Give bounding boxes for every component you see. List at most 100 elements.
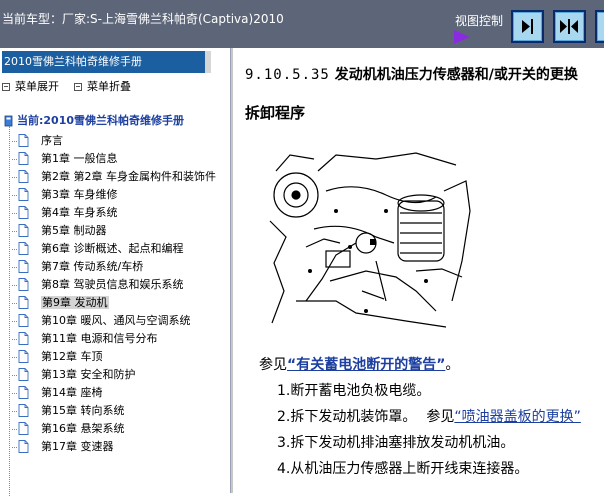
tree-branch-line bbox=[12, 339, 17, 340]
chapter-item[interactable]: 第14章 座椅 bbox=[12, 384, 228, 402]
tree-root-label: 当前:2010雪佛兰科帕奇维修手册 bbox=[17, 114, 185, 127]
chapter-label: 第2章 第2章 车身金属构件和装饰件 bbox=[41, 170, 216, 183]
page-icon bbox=[18, 314, 29, 327]
page-icon bbox=[18, 134, 29, 147]
chapter-label: 第10章 暖风、通风与空调系统 bbox=[41, 314, 191, 327]
page-icon bbox=[18, 206, 29, 219]
page-icon bbox=[18, 152, 29, 165]
chapter-label: 第6章 诊断概述、起点和编程 bbox=[41, 242, 184, 255]
chapter-item[interactable]: 第12章 车顶 bbox=[12, 348, 228, 366]
engine-diagram-image bbox=[266, 151, 472, 331]
page-icon bbox=[18, 278, 29, 291]
page-icon bbox=[18, 440, 29, 453]
chapter-item[interactable]: 第1章 一般信息 bbox=[12, 150, 228, 168]
chapter-item[interactable]: 第7章 传动系统/车桥 bbox=[12, 258, 228, 276]
step-2-ref-prefix: 参见 bbox=[426, 409, 455, 425]
chapter-label: 第13章 安全和防护 bbox=[41, 368, 136, 381]
warning-suffix: 。 bbox=[445, 357, 460, 373]
page-icon bbox=[18, 224, 29, 237]
chapter-item[interactable]: 第16章 悬架系统 bbox=[12, 420, 228, 438]
procedure-heading: 拆卸程序 bbox=[245, 104, 306, 122]
chapter-label: 第16章 悬架系统 bbox=[41, 422, 125, 435]
show-split-view-button[interactable] bbox=[553, 10, 586, 43]
tree-root-item[interactable]: 当前:2010雪佛兰科帕奇维修手册 bbox=[4, 112, 184, 128]
arrows-split-icon bbox=[560, 19, 578, 34]
page-icon bbox=[18, 170, 29, 183]
tree-branch-line bbox=[12, 429, 17, 430]
step-1: 1.断开蓄电池负极电缆。 bbox=[277, 383, 431, 399]
chapter-label: 第15章 转向系统 bbox=[41, 404, 125, 417]
tree-connector-line bbox=[9, 126, 10, 496]
tree-branch-line bbox=[12, 393, 17, 394]
chapter-item[interactable]: 第17章 变速器 bbox=[12, 438, 228, 456]
tree-branch-line bbox=[12, 177, 17, 178]
battery-warning-link[interactable]: “有关蓄电池断开的警告” bbox=[287, 357, 445, 373]
chapter-label: 第3章 车身维修 bbox=[41, 188, 118, 201]
collapse-menu-label: 菜单折叠 bbox=[87, 80, 131, 93]
expand-menu-button[interactable]: 菜单展开 bbox=[2, 78, 59, 94]
page-icon bbox=[18, 332, 29, 345]
tree-branch-line bbox=[12, 231, 17, 232]
chapter-label: 序言 bbox=[41, 134, 63, 147]
chapter-item[interactable]: 第10章 暖风、通风与空调系统 bbox=[12, 312, 228, 330]
page-icon bbox=[18, 260, 29, 273]
chapter-label: 第7章 传动系统/车桥 bbox=[41, 260, 144, 273]
page-icon bbox=[18, 188, 29, 201]
top-bar: 当前车型：厂家:S-上海雪佛兰科帕奇(Captiva)2010 视图控制 bbox=[0, 0, 604, 48]
collapse-menu-button[interactable]: 菜单折叠 bbox=[74, 78, 131, 94]
page-icon bbox=[18, 368, 29, 381]
injector-cover-link[interactable]: “喷油器盖板的更换” bbox=[454, 409, 581, 425]
page-icon bbox=[18, 242, 29, 255]
view-control-arrow-icon bbox=[454, 30, 470, 44]
chapter-item[interactable]: 第15章 转向系统 bbox=[12, 402, 228, 420]
chapter-label: 第11章 电源和信号分布 bbox=[41, 332, 158, 345]
tree-branch-line bbox=[12, 303, 17, 304]
chapter-label: 第12章 车顶 bbox=[41, 350, 103, 363]
tree-branch-line bbox=[12, 447, 17, 448]
chapter-label: 第14章 座椅 bbox=[41, 386, 103, 399]
tree-branch-line bbox=[12, 213, 17, 214]
show-content-only-button[interactable] bbox=[511, 10, 544, 43]
tree-branch-line bbox=[12, 159, 17, 160]
warning-prefix: 参见 bbox=[259, 357, 287, 373]
arrow-right-bar-icon bbox=[522, 19, 533, 34]
tree-branch-line bbox=[12, 375, 17, 376]
show-menu-only-button[interactable] bbox=[595, 10, 604, 43]
page-icon bbox=[18, 296, 29, 309]
page-icon bbox=[18, 386, 29, 399]
collapse-icon bbox=[74, 83, 82, 91]
chapter-item[interactable]: 第2章 第2章 车身金属构件和装饰件 bbox=[12, 168, 228, 186]
chapter-item[interactable]: 第8章 驾驶员信息和娱乐系统 bbox=[12, 276, 228, 294]
view-control-label: 视图控制 bbox=[455, 14, 504, 28]
tree-branch-line bbox=[12, 249, 17, 250]
section-title-text: 发动机机油压力传感器和/或开关的更换 bbox=[334, 67, 578, 83]
current-vehicle-label: 当前车型：厂家:S-上海雪佛兰科帕奇(Captiva)2010 bbox=[2, 12, 284, 26]
tree-branch-line bbox=[12, 195, 17, 196]
expand-icon bbox=[2, 83, 10, 91]
content-pane: 9.10.5.35 发动机机油压力传感器和/或开关的更换 拆卸程序 参见“有关蓄… bbox=[231, 48, 604, 493]
chapter-label: 第8章 驾驶员信息和娱乐系统 bbox=[41, 278, 184, 291]
battery-warning-reference: 参见“有关蓄电池断开的警告”。 bbox=[259, 354, 459, 374]
tree-branch-line bbox=[12, 357, 17, 358]
step-3: 3.拆下发动机排油塞排放发动机机油。 bbox=[277, 435, 515, 451]
step-2: 2.拆下发动机装饰罩。 参见“喷油器盖板的更换” bbox=[277, 406, 581, 426]
tree-branch-line bbox=[12, 285, 17, 286]
tree-branch-line bbox=[12, 141, 17, 142]
section-number: 9.10.5.35 bbox=[245, 67, 330, 83]
chapter-item[interactable]: 第4章 车身系统 bbox=[12, 204, 228, 222]
chapter-label: 第17章 变速器 bbox=[41, 440, 114, 453]
chapter-label: 第1章 一般信息 bbox=[41, 152, 118, 165]
chapter-item[interactable]: 第13章 安全和防护 bbox=[12, 366, 228, 384]
chapter-item[interactable]: 序言 bbox=[12, 132, 228, 150]
header-scrollbar[interactable] bbox=[205, 51, 211, 73]
chapter-item[interactable]: 第9章 发动机 bbox=[12, 294, 228, 312]
chapter-item[interactable]: 第11章 电源和信号分布 bbox=[12, 330, 228, 348]
manual-title-header: 2010雪佛兰科帕奇维修手册 bbox=[2, 51, 207, 73]
chapter-item[interactable]: 第3章 车身维修 bbox=[12, 186, 228, 204]
chapter-item[interactable]: 第5章 制动器 bbox=[12, 222, 228, 240]
step-4: 4.从机油压力传感器上断开线束连接器。 bbox=[277, 461, 529, 477]
tree-branch-line bbox=[12, 321, 17, 322]
chapter-item[interactable]: 第6章 诊断概述、起点和编程 bbox=[12, 240, 228, 258]
chapter-label: 第4章 车身系统 bbox=[41, 206, 118, 219]
navigation-panel: 2010雪佛兰科帕奇维修手册 菜单展开 菜单折叠 当前:2010雪佛兰科帕奇维修… bbox=[0, 48, 231, 496]
